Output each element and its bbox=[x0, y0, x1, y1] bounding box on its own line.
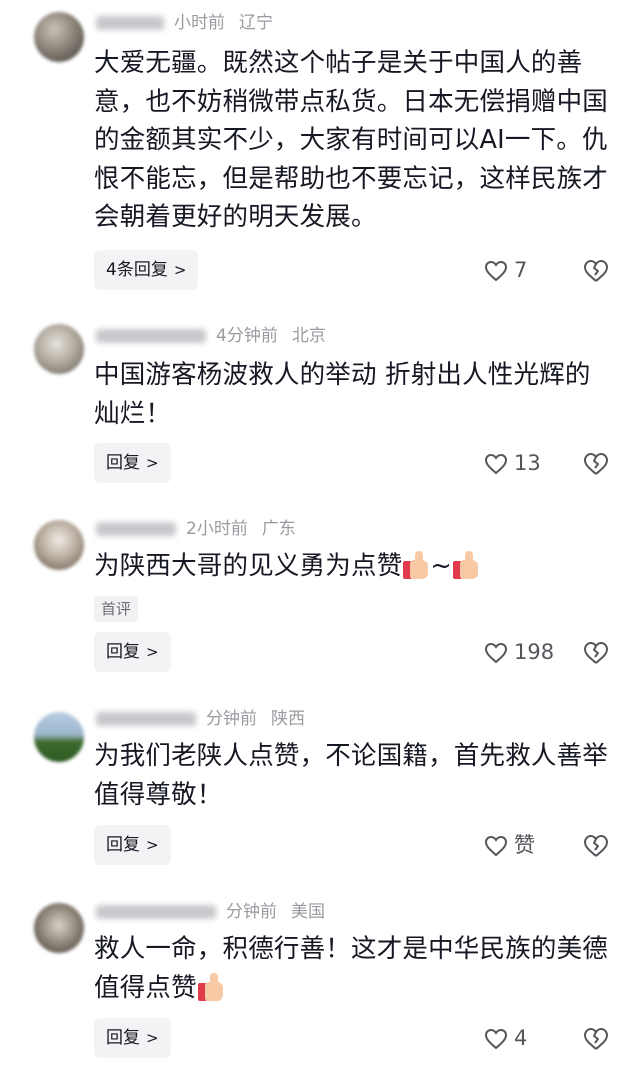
comment-location: 辽宁 bbox=[239, 13, 273, 33]
username-redacted[interactable] bbox=[96, 522, 176, 536]
avatar[interactable] bbox=[34, 324, 84, 374]
thumbs-up-emoji bbox=[403, 551, 429, 579]
comment-time: 4分钟前 bbox=[216, 326, 278, 346]
comment-location: 美国 bbox=[291, 902, 325, 922]
reply-button[interactable]: 回复 > bbox=[94, 632, 171, 672]
like-button[interactable]: 7 bbox=[484, 250, 527, 290]
like-button[interactable]: 4 bbox=[484, 1018, 527, 1058]
comment-location: 陕西 bbox=[271, 709, 305, 729]
comment-location: 广东 bbox=[261, 519, 296, 539]
comment-text-body: 为陕西大哥的见义勇为点赞 bbox=[94, 551, 403, 581]
reply-label: 回复 bbox=[106, 835, 140, 855]
heart-outline-icon bbox=[484, 1028, 508, 1050]
broken-heart-icon bbox=[584, 453, 608, 475]
view-replies-button[interactable]: 4条回复 > bbox=[94, 250, 199, 290]
reply-button[interactable]: 回复 > bbox=[94, 1018, 171, 1058]
comment-text: 为陕西大哥的见义勇为点赞 ~ bbox=[94, 547, 614, 586]
comment-meta: 分钟前 陕西 bbox=[96, 706, 305, 732]
dislike-button[interactable] bbox=[583, 1018, 613, 1058]
username-redacted[interactable] bbox=[96, 329, 206, 343]
comment-meta: 4分钟前 北京 bbox=[96, 323, 326, 349]
like-button[interactable]: 198 bbox=[484, 632, 554, 672]
avatar[interactable] bbox=[34, 12, 84, 62]
comment-meta: 2小时前 广东 bbox=[96, 516, 296, 542]
broken-heart-icon bbox=[584, 642, 608, 664]
heart-outline-icon bbox=[484, 260, 508, 282]
comment-text: 为我们老陕人点赞，不论国籍，首先救人善举值得尊敬！ bbox=[94, 741, 609, 810]
avatar[interactable] bbox=[34, 712, 84, 762]
chevron-right-icon: > bbox=[146, 454, 159, 472]
like-button[interactable]: 13 bbox=[484, 443, 541, 483]
broken-heart-icon bbox=[584, 1028, 608, 1050]
chevron-right-icon: > bbox=[146, 836, 159, 854]
like-count: 13 bbox=[514, 451, 541, 475]
like-count: 赞 bbox=[514, 833, 535, 857]
comment-text: 中国游客杨波救人的举动 折射出人性光辉的灿烂！ bbox=[94, 360, 591, 429]
reply-button[interactable]: 回复 > bbox=[94, 443, 171, 483]
reply-label: 回复 bbox=[106, 642, 140, 662]
comment-meta: 小时前 辽宁 bbox=[96, 10, 273, 36]
heart-outline-icon bbox=[484, 453, 508, 475]
thumbs-up-emoji bbox=[452, 551, 479, 579]
dislike-button[interactable] bbox=[583, 443, 613, 483]
username-redacted[interactable] bbox=[96, 712, 196, 726]
like-count: 4 bbox=[514, 1026, 528, 1050]
chevron-right-icon: > bbox=[173, 261, 187, 279]
thumbs-up-emoji bbox=[197, 972, 224, 1001]
like-count: 7 bbox=[514, 258, 528, 282]
heart-outline-icon bbox=[484, 835, 508, 857]
comment-text: 大爱无疆。既然这个帖子是关于中国人的善意，也不妨稍微带点私货。日本无偿捐赠中国的… bbox=[94, 48, 609, 232]
avatar[interactable] bbox=[34, 903, 84, 953]
comment-location: 北京 bbox=[291, 326, 326, 346]
broken-heart-icon bbox=[584, 835, 608, 857]
heart-outline-icon bbox=[484, 642, 508, 664]
comment-time: 2小时前 bbox=[186, 519, 248, 539]
dislike-button[interactable] bbox=[583, 250, 613, 290]
dislike-button[interactable] bbox=[583, 632, 613, 672]
comment-text: 救人一命，积德行善！这才是中华民族的美德值得点赞 bbox=[94, 930, 614, 1007]
username-redacted[interactable] bbox=[96, 905, 216, 919]
dislike-button[interactable] bbox=[583, 825, 613, 865]
like-button[interactable]: 赞 bbox=[484, 825, 535, 865]
reply-label: 回复 bbox=[106, 1028, 140, 1048]
avatar[interactable] bbox=[34, 520, 84, 570]
chevron-right-icon: > bbox=[146, 1029, 159, 1047]
comment-time: 小时前 bbox=[174, 13, 225, 33]
reply-button[interactable]: 回复 > bbox=[94, 825, 171, 865]
comment-text-tail: ~ bbox=[430, 551, 452, 581]
like-count: 198 bbox=[514, 640, 555, 664]
comment-time: 分钟前 bbox=[226, 902, 277, 922]
reply-label: 4条回复 bbox=[106, 260, 168, 280]
reply-label: 回复 bbox=[106, 453, 140, 473]
chevron-right-icon: > bbox=[146, 643, 159, 661]
comment-text-body: 救人一命，积德行善！这才是中华民族的美德值得点赞 bbox=[94, 934, 609, 1003]
username-redacted[interactable] bbox=[96, 16, 164, 30]
comment-meta: 分钟前 美国 bbox=[96, 899, 325, 925]
comment-time: 分钟前 bbox=[206, 709, 257, 729]
broken-heart-icon bbox=[584, 260, 608, 282]
first-comment-badge: 首评 bbox=[94, 596, 139, 622]
